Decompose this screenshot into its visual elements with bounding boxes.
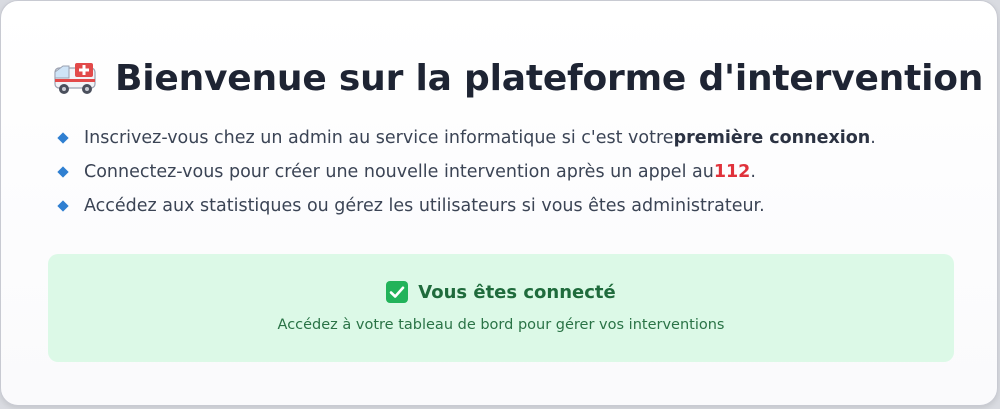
emergency-number: 112 (713, 162, 751, 182)
instruction-suffix: . (870, 128, 876, 148)
instructions-list: Inscrivez-vous chez un admin au service … (57, 121, 876, 223)
diamond-bullet-icon (57, 166, 69, 178)
diamond-bullet-icon (57, 132, 69, 144)
list-item: Connectez-vous pour créer une nouvelle i… (57, 155, 876, 189)
welcome-card: Bienvenue sur la plateforme d'interventi… (0, 0, 998, 406)
page-title: Bienvenue sur la plateforme d'interventi… (115, 57, 984, 99)
instruction-text: Connectez-vous pour créer une nouvelle i… (84, 162, 714, 182)
connection-status-panel: Vous êtes connecté Accédez à votre table… (48, 254, 954, 362)
instruction-suffix: . (750, 162, 756, 182)
status-header: Vous êtes connecté (48, 281, 954, 303)
status-title: Vous êtes connecté (418, 281, 616, 303)
status-subtitle: Accédez à votre tableau de bord pour gér… (277, 317, 725, 333)
instruction-text: Accédez aux statistiques ou gérez les ut… (84, 196, 765, 216)
instruction-text: Inscrivez-vous chez un admin au service … (84, 128, 674, 148)
header: Bienvenue sur la plateforme d'interventi… (53, 53, 983, 103)
instruction-emphasis: première connexion (673, 128, 871, 148)
list-item: Accédez aux statistiques ou gérez les ut… (57, 189, 876, 223)
check-box-icon (386, 281, 409, 303)
ambulance-icon (54, 63, 96, 94)
diamond-bullet-icon (57, 200, 69, 212)
list-item: Inscrivez-vous chez un admin au service … (57, 121, 876, 155)
